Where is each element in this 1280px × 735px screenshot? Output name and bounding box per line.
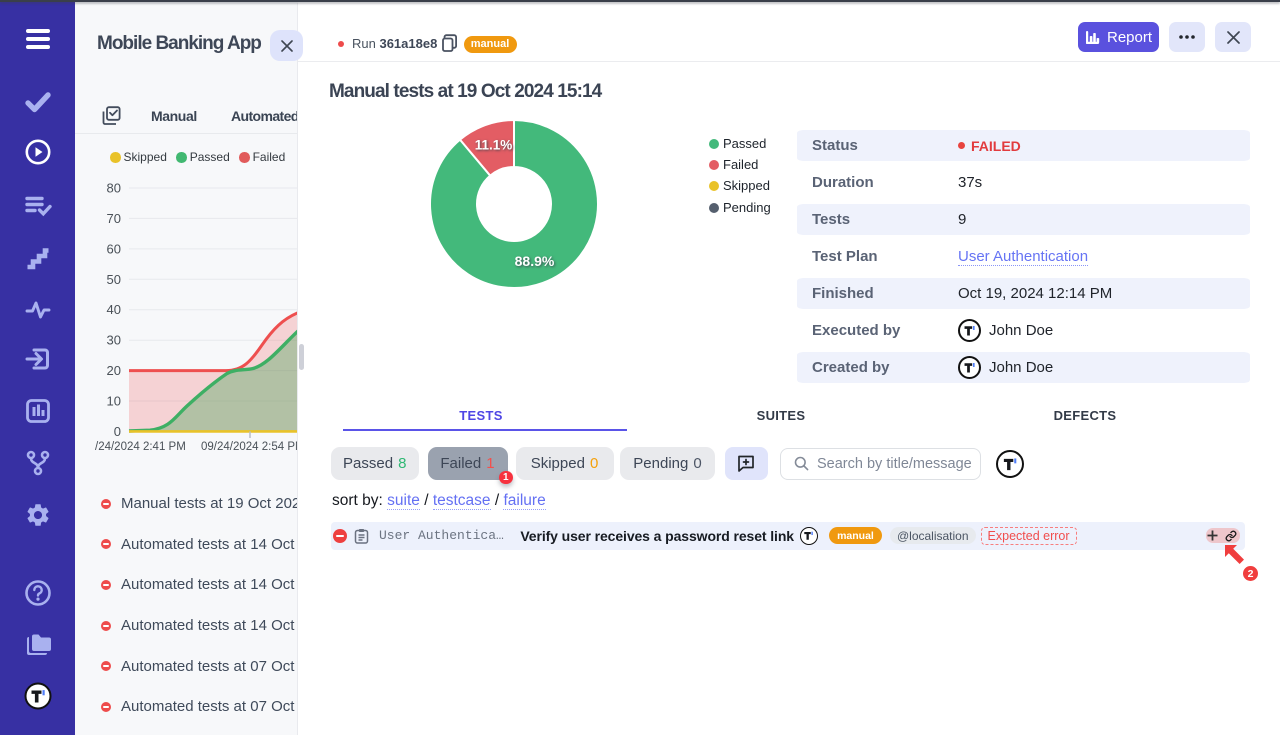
svg-text:50: 50 <box>107 272 121 287</box>
svg-text:88.9%: 88.9% <box>514 253 554 269</box>
svg-text:80: 80 <box>107 181 121 196</box>
svg-text:10: 10 <box>107 394 121 409</box>
svg-text:60: 60 <box>107 241 121 256</box>
svg-text:30: 30 <box>107 333 121 348</box>
svg-text:70: 70 <box>107 211 121 226</box>
svg-text:0: 0 <box>114 424 121 439</box>
svg-text:11.1%: 11.1% <box>474 138 512 153</box>
svg-text:40: 40 <box>107 302 121 317</box>
svg-text:20: 20 <box>107 363 121 378</box>
